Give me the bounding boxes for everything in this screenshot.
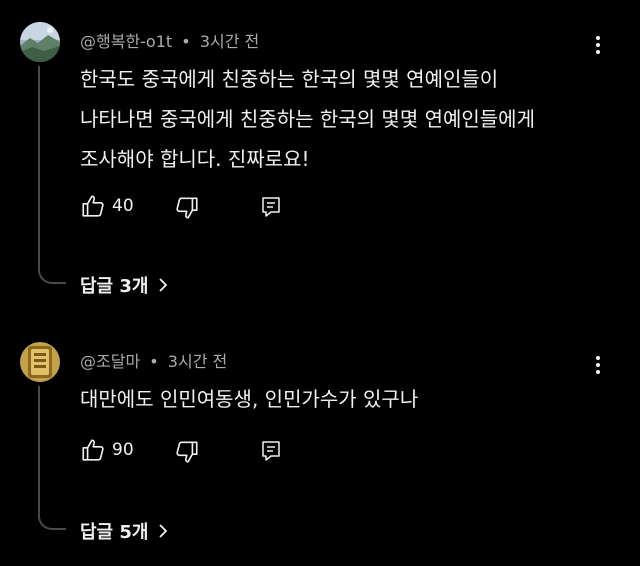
comment-meta: @행복한-o1t • 3시간 전 <box>80 28 259 52</box>
avatar[interactable] <box>20 342 60 382</box>
comment-time[interactable]: 3시간 전 <box>200 32 259 51</box>
comment-item: @행복한-o1t • 3시간 전 한국도 중국에게 친중하는 한국의 몇몇 연예… <box>0 0 640 310</box>
comment-text-line: 한국도 중국에게 친중하는 한국의 몇몇 연예인들이 <box>80 67 499 91</box>
replies-label: 답글 3개 <box>80 276 149 297</box>
author-handle[interactable]: @조달마 <box>80 352 140 371</box>
view-replies-button[interactable]: 답글 3개 <box>80 272 168 298</box>
thumbs-down-icon <box>176 441 198 463</box>
comment-text-line: 대만에도 인민여동생, 인민가수가 있구나 <box>80 387 419 411</box>
comment-icon <box>262 197 280 217</box>
thumbs-up-icon <box>82 195 104 217</box>
reply-button[interactable] <box>259 195 283 219</box>
landscape-avatar-icon <box>20 22 60 62</box>
chevron-right-icon <box>159 278 168 292</box>
meta-separator: • <box>149 352 159 371</box>
comment-time[interactable]: 3시간 전 <box>168 352 227 371</box>
like-button[interactable]: 90 <box>80 437 134 463</box>
view-replies-button[interactable]: 답글 5개 <box>80 518 168 544</box>
author-handle[interactable]: @행복한-o1t <box>80 32 172 51</box>
like-button[interactable]: 40 <box>80 193 134 219</box>
more-vertical-icon <box>596 36 600 40</box>
chevron-right-icon <box>159 524 168 538</box>
thread-line <box>38 66 66 284</box>
more-vertical-icon <box>596 356 600 360</box>
comment-meta: @조달마 • 3시간 전 <box>80 348 227 372</box>
more-options-button[interactable] <box>586 349 610 381</box>
meta-separator: • <box>181 32 191 51</box>
thumbs-up-icon <box>82 439 104 461</box>
avatar[interactable] <box>20 22 60 62</box>
replies-label: 답글 5개 <box>80 522 149 543</box>
dislike-button[interactable] <box>174 439 200 465</box>
more-options-button[interactable] <box>586 29 610 61</box>
dislike-button[interactable] <box>174 195 200 221</box>
comment-text-line: 나타나면 중국에게 친중하는 한국의 몇몇 연예인들에게 <box>80 107 535 131</box>
gold-emblem-avatar-icon <box>20 342 60 382</box>
like-count: 90 <box>112 440 134 460</box>
like-count: 40 <box>112 196 134 216</box>
comment-icon <box>262 441 280 461</box>
comment-text-line: 조사해야 합니다. 진짜로요! <box>80 147 310 171</box>
thread-line <box>38 386 66 530</box>
comment-item: @조달마 • 3시간 전 대만에도 인민여동생, 인민가수가 있구나 90 답글… <box>0 310 640 566</box>
reply-button[interactable] <box>259 439 283 463</box>
thumbs-down-icon <box>176 197 198 219</box>
